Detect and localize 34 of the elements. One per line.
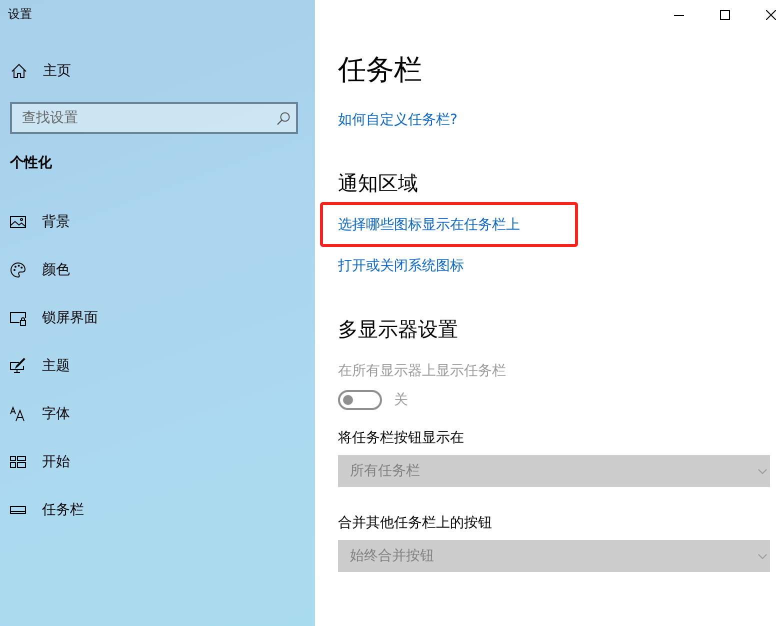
app-title: 设置 [8, 6, 32, 23]
help-link[interactable]: 如何自定义任务栏? [338, 110, 458, 130]
sidebar-item[interactable]: 主题 [10, 354, 70, 378]
setting-label: 在所有显示器上显示任务栏 [338, 362, 506, 381]
close-icon [766, 10, 776, 20]
section-label: 个性化 [10, 154, 52, 173]
font-icon [10, 406, 26, 422]
section-heading: 多显示器设置 [338, 316, 458, 343]
section-heading: 通知区域 [338, 170, 418, 197]
sidebar-item[interactable]: 背景 [10, 210, 70, 234]
setting-label: 合并其他任务栏上的按钮 [338, 514, 492, 533]
search-field[interactable]: 查找设置 [10, 102, 298, 134]
monitor-brush-icon [10, 358, 26, 374]
minimize-icon [674, 14, 684, 16]
toggle-state-label: 关 [394, 391, 408, 410]
home-nav-item[interactable]: 主页 [10, 59, 71, 83]
picture-icon [10, 214, 26, 230]
page-title: 任务栏 [338, 52, 422, 88]
chevron-icon [758, 468, 767, 474]
setting-label: 将任务栏按钮显示在 [338, 429, 464, 448]
sidebar-item[interactable]: 字体 [10, 402, 70, 426]
search-icon [277, 112, 290, 125]
sidebar-item[interactable]: 任务栏 [10, 498, 84, 522]
lock-screen-icon [10, 310, 26, 326]
tiles-icon [10, 454, 26, 470]
maximize-icon [720, 10, 730, 20]
sidebar-item[interactable]: 颜色 [10, 258, 70, 282]
link[interactable]: 打开或关闭系统图标 [338, 256, 464, 276]
sidebar-item[interactable]: 开始 [10, 450, 70, 474]
sidebar-item[interactable]: 锁屏界面 [10, 306, 98, 330]
home-icon [11, 63, 27, 79]
palette-icon [10, 262, 26, 278]
link[interactable]: 选择哪些图标显示在任务栏上 [338, 215, 520, 235]
chevron-icon [758, 554, 767, 558]
